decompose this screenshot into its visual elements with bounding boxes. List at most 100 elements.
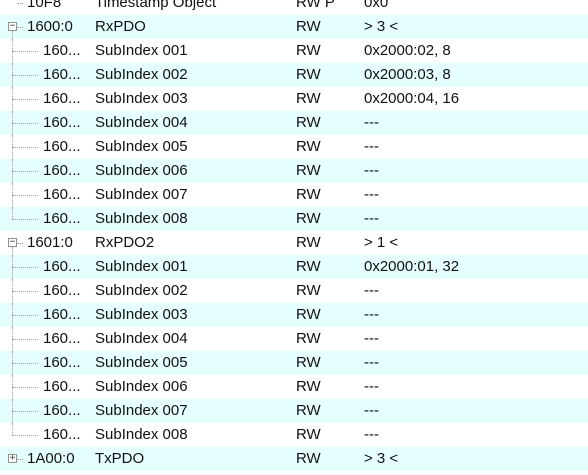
row-flags: RW bbox=[296, 66, 321, 83]
row-name: SubIndex 003 bbox=[95, 306, 188, 323]
row-flags: RW bbox=[296, 450, 321, 467]
row-value: --- bbox=[364, 162, 379, 179]
row-flags: RW bbox=[296, 114, 321, 131]
tree-subitem-row[interactable]: 160... SubIndex 005 RW --- bbox=[0, 135, 588, 159]
row-flags: RW bbox=[296, 306, 321, 323]
row-name: SubIndex 006 bbox=[95, 378, 188, 395]
tree-subitem-row[interactable]: 160... SubIndex 005 RW --- bbox=[0, 351, 588, 375]
tree-subitem-row[interactable]: 160... SubIndex 002 RW 0x2000:03, 8 bbox=[0, 63, 588, 87]
row-name: SubIndex 003 bbox=[95, 90, 188, 107]
row-flags: RW bbox=[296, 186, 321, 203]
tree-connector-line bbox=[12, 411, 38, 412]
tree-subitem-row[interactable]: 160... SubIndex 006 RW --- bbox=[0, 375, 588, 399]
row-index: 160... bbox=[43, 66, 81, 83]
tree-subitem-row[interactable]: 160... SubIndex 001 RW 0x2000:01, 32 bbox=[0, 255, 588, 279]
row-value: > 1 < bbox=[364, 234, 399, 251]
tree-connector-line bbox=[17, 459, 23, 460]
tree-subitem-row[interactable]: 160... SubIndex 001 RW 0x2000:02, 8 bbox=[0, 39, 588, 63]
row-value: --- bbox=[364, 426, 379, 443]
tree-connector-line bbox=[17, 3, 23, 4]
row-name: SubIndex 004 bbox=[95, 114, 188, 131]
tree-connector-line bbox=[12, 387, 38, 388]
row-name: RxPDO2 bbox=[95, 234, 155, 251]
tree-subitem-row[interactable]: 160... SubIndex 008 RW --- bbox=[0, 423, 588, 447]
row-value: --- bbox=[364, 354, 379, 371]
tree-connector-line bbox=[12, 99, 38, 100]
row-index: 160... bbox=[43, 186, 81, 203]
tree-subitem-row[interactable]: 160... SubIndex 007 RW --- bbox=[0, 183, 588, 207]
row-index: 10F8 bbox=[27, 0, 62, 11]
row-flags: RW bbox=[296, 42, 321, 59]
row-name: SubIndex 006 bbox=[95, 162, 188, 179]
row-name: Timestamp Object bbox=[95, 0, 217, 11]
row-value: --- bbox=[364, 282, 379, 299]
row-index: 1600:0 bbox=[27, 18, 73, 35]
row-index: 160... bbox=[43, 258, 81, 275]
row-name: SubIndex 001 bbox=[95, 258, 188, 275]
row-index: 160... bbox=[43, 90, 81, 107]
row-value: 0x2000:03, 8 bbox=[364, 66, 451, 83]
plus-box-icon[interactable]: + bbox=[8, 454, 17, 463]
row-index: 1601:0 bbox=[27, 234, 73, 251]
row-value: 0x0 bbox=[364, 0, 389, 11]
tree-connector-line bbox=[12, 207, 13, 219]
row-flags: RW bbox=[296, 402, 321, 419]
minus-box-icon[interactable]: − bbox=[8, 238, 17, 247]
row-index: 1A00:0 bbox=[27, 450, 75, 467]
row-index: 160... bbox=[43, 42, 81, 59]
row-value: 0x2000:01, 32 bbox=[364, 258, 460, 275]
tree-connector-line bbox=[12, 363, 38, 364]
row-index: 160... bbox=[43, 354, 81, 371]
row-name: SubIndex 005 bbox=[95, 138, 188, 155]
tree-connector-line bbox=[12, 123, 38, 124]
row-index: 160... bbox=[43, 330, 81, 347]
tree-connector-line bbox=[12, 171, 38, 172]
tree-subitem-row[interactable]: 160... SubIndex 004 RW --- bbox=[0, 327, 588, 351]
row-index: 160... bbox=[43, 378, 81, 395]
row-flags: RW bbox=[296, 378, 321, 395]
tree-subitem-row[interactable]: 160... SubIndex 004 RW --- bbox=[0, 111, 588, 135]
tree-connector-line bbox=[12, 219, 38, 220]
tree-subitem-row[interactable]: 160... SubIndex 003 RW --- bbox=[0, 303, 588, 327]
row-name: TxPDO bbox=[95, 450, 145, 467]
row-value: --- bbox=[364, 186, 379, 203]
tree-subitem-row[interactable]: 160... SubIndex 006 RW --- bbox=[0, 159, 588, 183]
row-index: 160... bbox=[43, 306, 81, 323]
tree-connector-line bbox=[12, 435, 38, 436]
row-index: 160... bbox=[43, 210, 81, 227]
row-name: RxPDO bbox=[95, 18, 146, 35]
row-index: 160... bbox=[43, 138, 81, 155]
row-flags: RW bbox=[296, 210, 321, 227]
row-value: 0x2000:04, 16 bbox=[364, 90, 460, 107]
row-flags: RW bbox=[296, 234, 321, 251]
row-name: SubIndex 007 bbox=[95, 186, 188, 203]
tree-connector-line bbox=[12, 267, 38, 268]
row-name: SubIndex 007 bbox=[95, 402, 188, 419]
tree-node-row[interactable]: − 1601:0 RxPDO2 RW > 1 < bbox=[0, 231, 588, 255]
row-name: SubIndex 002 bbox=[95, 66, 188, 83]
tree-subitem-row[interactable]: 160... SubIndex 002 RW --- bbox=[0, 279, 588, 303]
row-name: SubIndex 004 bbox=[95, 330, 188, 347]
tree-node-row[interactable]: 10F8 Timestamp Object RW P 0x0 bbox=[0, 0, 588, 15]
row-value: --- bbox=[364, 378, 379, 395]
row-index: 160... bbox=[43, 162, 81, 179]
row-value: --- bbox=[364, 402, 379, 419]
row-value: --- bbox=[364, 210, 379, 227]
tree-connector-line bbox=[12, 195, 38, 196]
tree-subitem-row[interactable]: 160... SubIndex 008 RW --- bbox=[0, 207, 588, 231]
object-dictionary-tree: 10F8 Timestamp Object RW P 0x0 − 1600:0 RxPDO R… bbox=[0, 0, 588, 475]
row-flags: RW bbox=[296, 330, 321, 347]
tree-connector-line bbox=[17, 27, 23, 28]
row-index: 160... bbox=[43, 402, 81, 419]
tree-connector-line bbox=[12, 31, 13, 39]
tree-connector-line bbox=[12, 147, 38, 148]
tree-node-row[interactable]: +1A00:0 TxPDO RW > 3 < bbox=[0, 447, 588, 471]
tree-connector-line bbox=[17, 243, 23, 244]
minus-box-icon[interactable]: − bbox=[8, 22, 17, 31]
tree-subitem-row[interactable]: 160... SubIndex 003 RW 0x2000:04, 16 bbox=[0, 87, 588, 111]
row-flags: RW bbox=[296, 18, 321, 35]
row-name: SubIndex 005 bbox=[95, 354, 188, 371]
tree-node-row[interactable]: − 1600:0 RxPDO RW > 3 < bbox=[0, 15, 588, 39]
tree-subitem-row[interactable]: 160... SubIndex 007 RW --- bbox=[0, 399, 588, 423]
row-name: SubIndex 002 bbox=[95, 282, 188, 299]
